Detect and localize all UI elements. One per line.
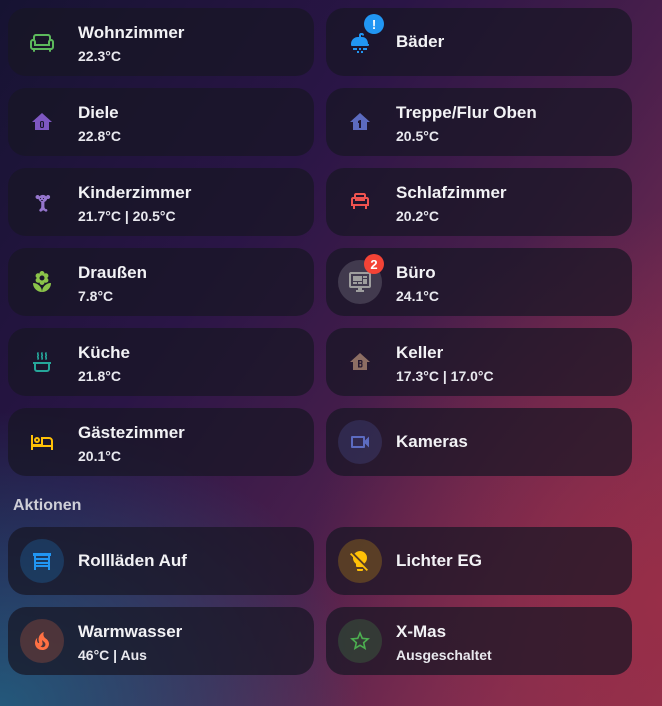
- room-card-draussen[interactable]: Draußen 7.8°C: [8, 248, 314, 316]
- home-floor-1-icon: [338, 100, 382, 144]
- room-name: Diele: [78, 103, 119, 122]
- video-camera-icon: [338, 420, 382, 464]
- window-shutter-open-icon: [20, 539, 64, 583]
- bed-outline-icon: [20, 420, 64, 464]
- room-name: Kinderzimmer: [78, 183, 192, 202]
- room-temperature: 22.3°C: [78, 48, 121, 64]
- room-card-treppe-flur-oben[interactable]: Treppe/Flur Oben 20.5°C: [326, 88, 632, 156]
- action-card-rolllaeden-auf[interactable]: Rollläden Auf: [8, 527, 314, 595]
- action-card-x-mas[interactable]: X-Mas Ausgeschaltet: [326, 607, 632, 675]
- room-card-diele[interactable]: Diele 22.8°C: [8, 88, 314, 156]
- room-name: Schlafzimmer: [396, 183, 507, 202]
- room-name: Küche: [78, 343, 130, 362]
- room-name: Keller: [396, 343, 444, 362]
- action-name: Warmwasser: [78, 622, 183, 641]
- room-name: Treppe/Flur Oben: [396, 103, 537, 122]
- sofa-icon: [20, 20, 64, 64]
- room-temperature: 20.2°C: [396, 208, 439, 224]
- room-card-kameras[interactable]: Kameras: [326, 408, 632, 476]
- room-temperature: 22.8°C: [78, 128, 121, 144]
- room-temperature: 7.8°C: [78, 288, 114, 304]
- room-name: Kameras: [396, 432, 468, 451]
- lightbulb-off-icon: [338, 539, 382, 583]
- flower-icon: [20, 260, 64, 304]
- room-temperature: 21.7°C | 20.5°C: [78, 208, 176, 224]
- room-card-baeder[interactable]: ! Bäder: [326, 8, 632, 76]
- room-card-gaestezimmer[interactable]: Gästezimmer 20.1°C: [8, 408, 314, 476]
- action-status: 46°C | Aus: [78, 647, 147, 663]
- room-card-keller[interactable]: Keller 17.3°C | 17.0°C: [326, 328, 632, 396]
- room-card-schlafzimmer[interactable]: Schlafzimmer 20.2°C: [326, 168, 632, 236]
- action-status: Ausgeschaltet: [396, 647, 492, 663]
- action-card-warmwasser[interactable]: Warmwasser 46°C | Aus: [8, 607, 314, 675]
- action-name: X-Mas: [396, 622, 447, 641]
- bed-icon: [338, 180, 382, 224]
- alert-badge: !: [364, 14, 384, 34]
- pot-steam-icon: [20, 340, 64, 384]
- teddy-bear-icon: [20, 180, 64, 224]
- room-name: Bäder: [396, 32, 445, 51]
- room-name: Büro: [396, 263, 436, 282]
- home-floor-0-icon: [20, 100, 64, 144]
- room-name: Gästezimmer: [78, 423, 185, 442]
- room-card-kueche[interactable]: Küche 21.8°C: [8, 328, 314, 396]
- room-name: Wohnzimmer: [78, 23, 185, 42]
- notification-badge: 2: [364, 254, 384, 274]
- room-card-wohnzimmer[interactable]: Wohnzimmer 22.3°C: [8, 8, 314, 76]
- room-temperature: 24.1°C: [396, 288, 439, 304]
- fire-icon: [20, 619, 64, 663]
- action-name: Rollläden Auf: [78, 551, 187, 570]
- home-floor-b-icon: [338, 340, 382, 384]
- room-card-kinderzimmer[interactable]: Kinderzimmer 21.7°C | 20.5°C: [8, 168, 314, 236]
- room-temperature: 21.8°C: [78, 368, 121, 384]
- room-name: Draußen: [78, 263, 147, 282]
- room-temperature: 17.3°C | 17.0°C: [396, 368, 494, 384]
- room-card-buero[interactable]: 2 Büro 24.1°C: [326, 248, 632, 316]
- action-name: Lichter EG: [396, 551, 482, 570]
- action-card-lichter-eg[interactable]: Lichter EG: [326, 527, 632, 595]
- star-outline-icon: [338, 619, 382, 663]
- section-title-actions: Aktionen: [13, 497, 82, 514]
- room-temperature: 20.1°C: [78, 448, 121, 464]
- room-temperature: 20.5°C: [396, 128, 439, 144]
